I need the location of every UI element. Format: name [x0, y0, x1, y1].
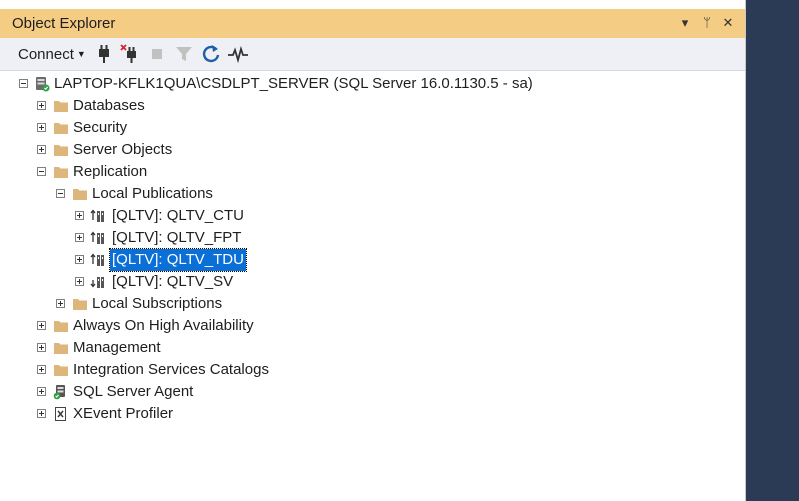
expand-toggle[interactable]	[75, 277, 84, 286]
folder-icon	[73, 299, 87, 310]
node-label: SQL Server Agent	[73, 383, 194, 400]
expand-toggle[interactable]	[37, 321, 46, 330]
node-label: Replication	[73, 163, 148, 180]
expand-toggle[interactable]	[37, 365, 46, 374]
node-label: Management	[73, 339, 161, 356]
node-label: [QLTV]: QLTV_CTU	[112, 207, 244, 224]
server-label: LAPTOP-KFLK1QUA\CSDLPT_SERVER (SQL Serve…	[54, 75, 533, 92]
stop-icon	[152, 49, 162, 59]
folder-icon	[54, 145, 68, 156]
publication-icon	[90, 253, 104, 266]
expand-toggle[interactable]	[37, 123, 46, 132]
close-icon[interactable]: ✕	[718, 11, 738, 35]
expand-toggle[interactable]	[37, 101, 46, 110]
node-label: XEvent Profiler	[73, 405, 174, 422]
collapse-toggle[interactable]	[19, 79, 28, 88]
panel-title: Object Explorer	[12, 15, 116, 32]
folder-icon	[54, 167, 68, 178]
activity-monitor-icon[interactable]	[227, 43, 249, 65]
window-position-dropdown-icon[interactable]: ▾	[675, 11, 695, 35]
collapse-toggle[interactable]	[37, 167, 46, 176]
connect-dropdown-button[interactable]: Connect ▼	[18, 46, 86, 63]
publication-icon	[90, 231, 104, 244]
expand-toggle[interactable]	[75, 211, 84, 220]
connect-plug-icon[interactable]	[93, 43, 115, 65]
folder-icon	[73, 189, 87, 200]
object-explorer-toolbar: Connect ▼	[0, 38, 745, 71]
folder-icon	[54, 321, 68, 332]
expand-toggle[interactable]	[75, 233, 84, 242]
sql-agent-icon	[53, 385, 65, 400]
node-label: Local Publications	[92, 185, 213, 202]
chevron-down-icon: ▼	[76, 49, 86, 59]
panel-title-bar: Object Explorer ▾ ᛘ ✕	[0, 9, 745, 38]
pin-icon[interactable]: ᛘ	[697, 11, 717, 35]
node-label: [QLTV]: QLTV_TDU	[109, 248, 247, 272]
object-explorer-panel: Object Explorer ▾ ᛘ ✕ Connect ▼ LAPTOP-K…	[0, 0, 746, 501]
server-icon	[36, 77, 50, 92]
node-label: Always On High Availability	[73, 317, 254, 334]
node-label: Integration Services Catalogs	[73, 361, 269, 378]
disconnect-icon[interactable]	[119, 43, 141, 65]
expand-toggle[interactable]	[37, 145, 46, 154]
node-label: Security	[73, 119, 128, 136]
expand-toggle[interactable]	[75, 255, 84, 264]
folder-icon	[54, 101, 68, 112]
expand-toggle[interactable]	[37, 343, 46, 352]
folder-icon	[54, 343, 68, 354]
publication-icon	[90, 209, 104, 222]
refresh-icon[interactable]	[200, 43, 222, 65]
node-label: Databases	[73, 97, 145, 114]
connect-label: Connect	[18, 46, 74, 63]
expand-toggle[interactable]	[56, 299, 65, 308]
collapse-toggle[interactable]	[56, 189, 65, 198]
expand-toggle[interactable]	[37, 387, 46, 396]
node-label: Server Objects	[73, 141, 173, 158]
expand-toggle[interactable]	[37, 409, 46, 418]
node-label: [QLTV]: QLTV_FPT	[112, 229, 242, 246]
folder-icon	[54, 365, 68, 376]
node-label: [QLTV]: QLTV_SV	[112, 273, 234, 290]
filter-icon	[176, 47, 192, 61]
node-label: Local Subscriptions	[92, 295, 223, 312]
folder-icon	[54, 123, 68, 134]
xevent-profiler-icon	[55, 407, 66, 421]
publication-icon	[90, 277, 104, 288]
